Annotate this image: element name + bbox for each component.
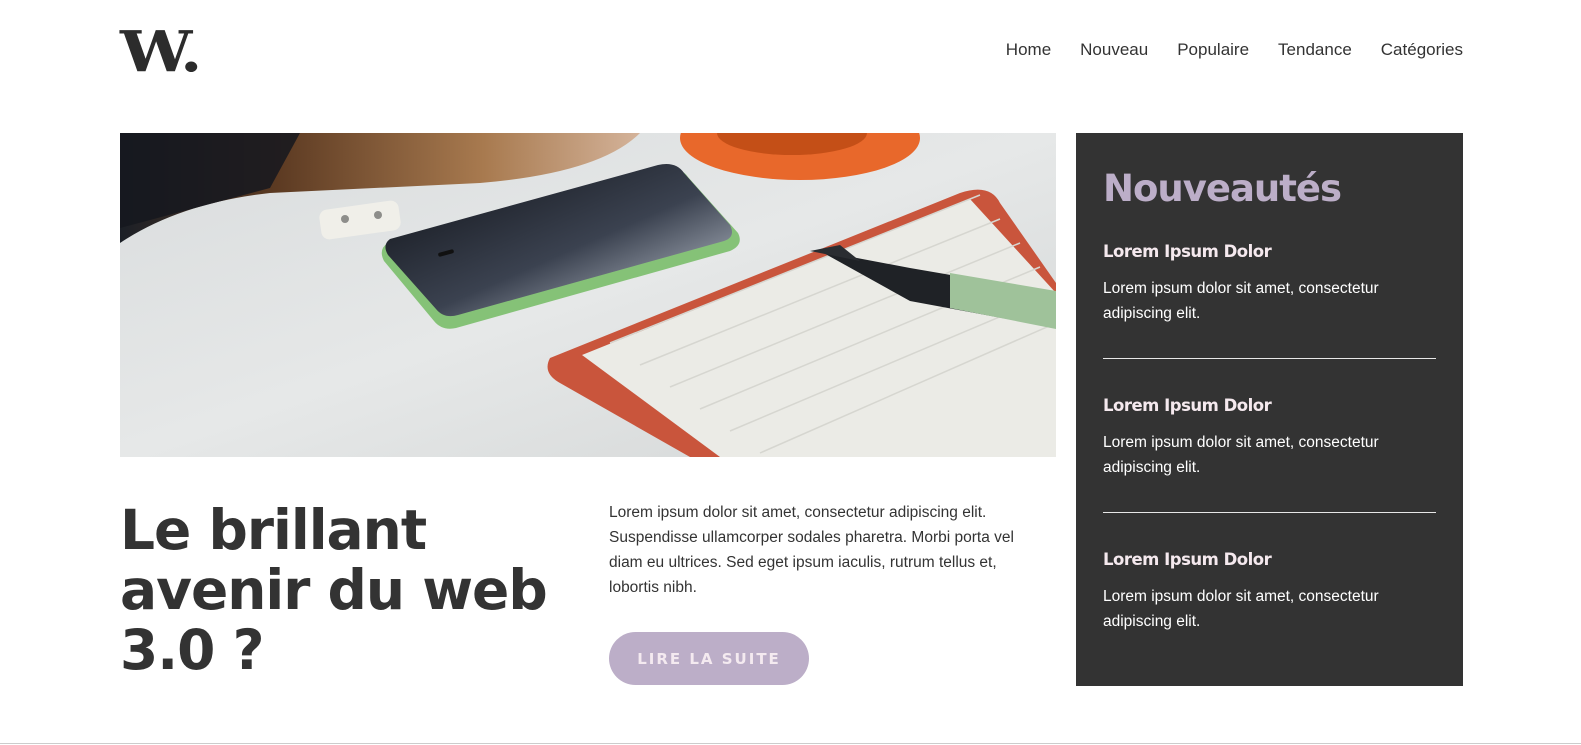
- sidebar-title: Nouveautés: [1103, 167, 1342, 210]
- news-item-title[interactable]: Lorem Ipsum Dolor: [1103, 395, 1436, 417]
- nav-home[interactable]: Home: [1006, 40, 1051, 60]
- news-item: Lorem Ipsum Dolor Lorem ipsum dolor sit …: [1103, 395, 1436, 513]
- site-logo[interactable]: W.: [120, 24, 202, 80]
- nav-populaire[interactable]: Populaire: [1177, 40, 1249, 60]
- read-more-button[interactable]: LIRE LA SUITE: [609, 632, 809, 685]
- main-nav: Home Nouveau Populaire Tendance Catégori…: [1006, 40, 1463, 60]
- nav-categories[interactable]: Catégories: [1381, 40, 1463, 60]
- site-header: W. Home Nouveau Populaire Tendance Catég…: [120, 24, 1463, 84]
- news-item-text: Lorem ipsum dolor sit amet, consectetur …: [1103, 434, 1379, 476]
- page-divider: [0, 743, 1581, 744]
- news-item: Lorem Ipsum Dolor Lorem ipsum dolor sit …: [1103, 241, 1436, 359]
- news-item-text: Lorem ipsum dolor sit amet, consectetur …: [1103, 588, 1379, 630]
- nav-nouveau[interactable]: Nouveau: [1080, 40, 1148, 60]
- nav-tendance[interactable]: Tendance: [1278, 40, 1352, 60]
- news-sidebar: Nouveautés Lorem Ipsum Dolor Lorem ipsum…: [1076, 133, 1463, 686]
- news-item-text: Lorem ipsum dolor sit amet, consectetur …: [1103, 280, 1379, 322]
- article-title: Le brillant avenir du web 3.0 ?: [120, 498, 548, 682]
- article-excerpt: Lorem ipsum dolor sit amet, consectetur …: [609, 504, 1014, 596]
- news-item-title[interactable]: Lorem Ipsum Dolor: [1103, 549, 1436, 571]
- news-item-title[interactable]: Lorem Ipsum Dolor: [1103, 241, 1436, 263]
- hero-image: [120, 133, 1056, 457]
- news-item: Lorem Ipsum Dolor Lorem ipsum dolor sit …: [1103, 549, 1436, 666]
